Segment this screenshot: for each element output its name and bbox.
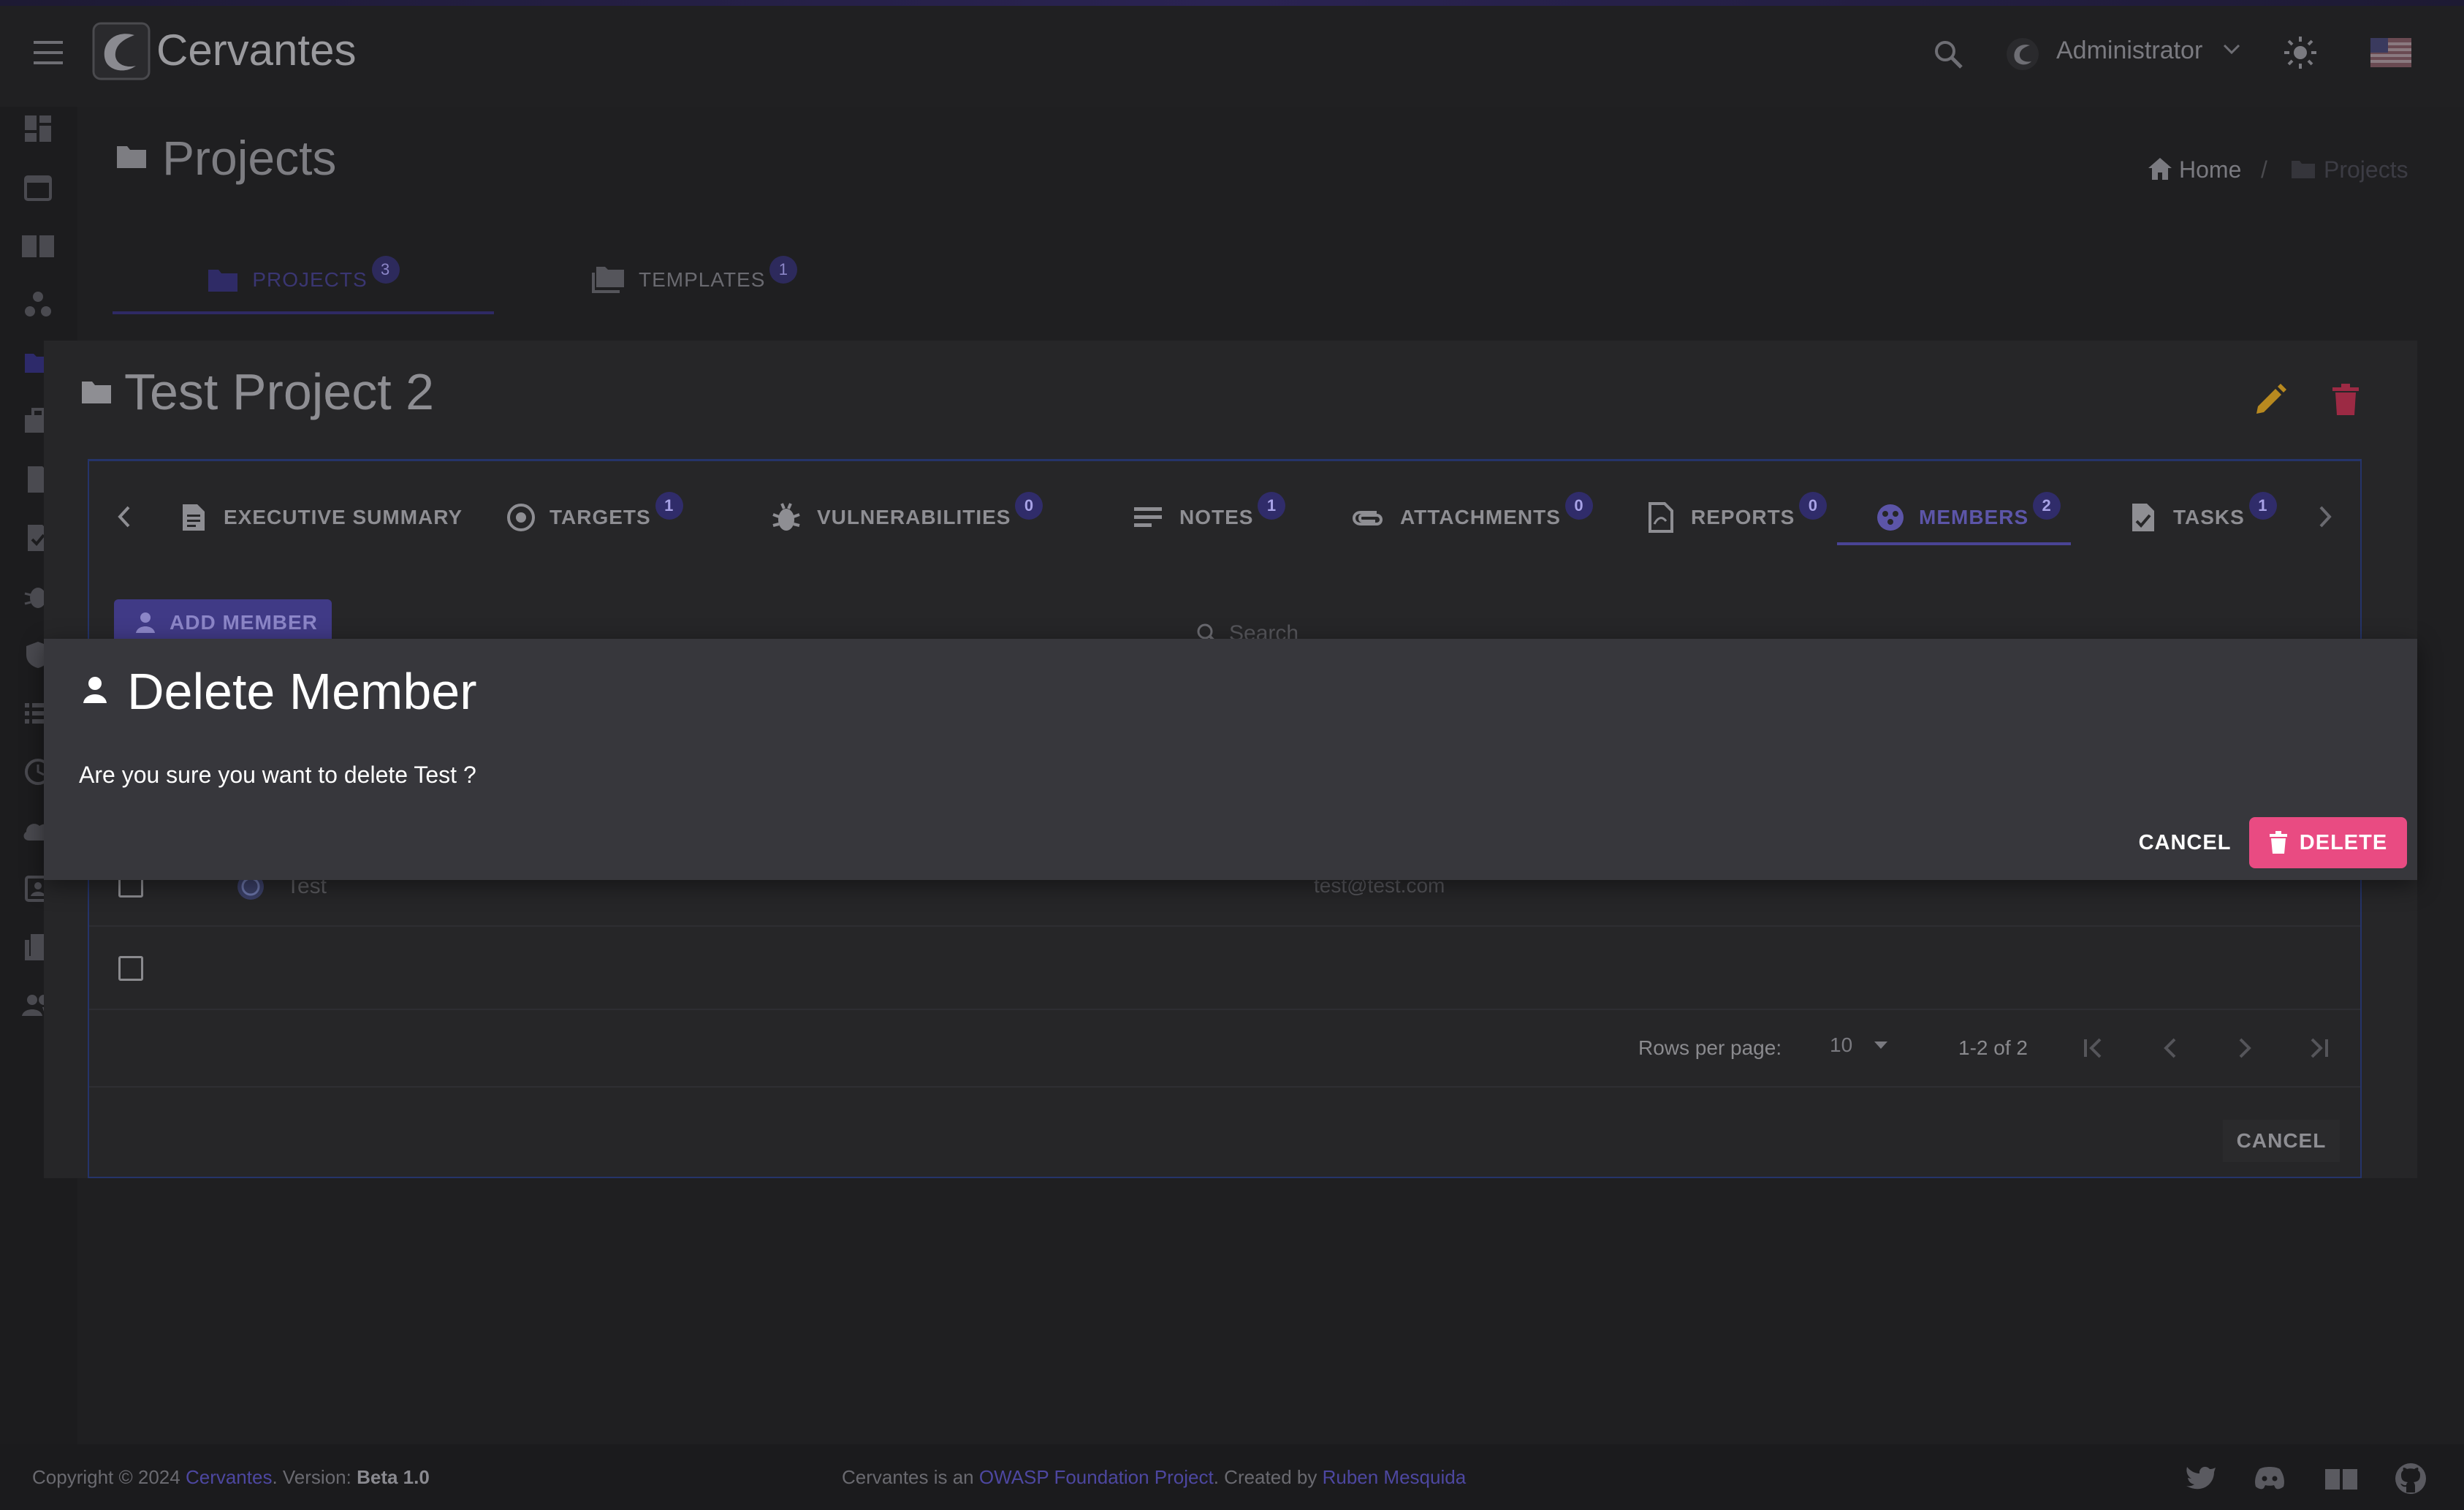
- twitter-icon[interactable]: [2185, 1465, 2217, 1491]
- footer-copyright: Copyright © 2024 Cervantes. Version: Bet…: [32, 1466, 430, 1489]
- footer-credits: Cervantes is an OWASP Foundation Project…: [842, 1466, 1466, 1489]
- github-icon[interactable]: [2394, 1462, 2427, 1495]
- discord-icon[interactable]: [2254, 1465, 2286, 1491]
- app-root: Cervantes Administrator Projects Home / …: [0, 0, 2464, 1510]
- credits-prefix: Cervantes is an: [842, 1466, 974, 1488]
- owasp-link[interactable]: OWASP Foundation Project: [979, 1466, 1214, 1488]
- dialog-message: Are you sure you want to delete Test ?: [79, 762, 476, 788]
- dialog-title: Delete Member: [127, 663, 477, 720]
- trash-icon: [2269, 831, 2287, 854]
- cervantes-link[interactable]: Cervantes: [186, 1466, 273, 1488]
- created-by-label: . Created by: [1213, 1466, 1317, 1488]
- copyright-prefix: Copyright © 2024: [32, 1466, 180, 1488]
- person-icon: [82, 675, 108, 705]
- dialog-delete-label: DELETE: [2299, 830, 2388, 854]
- version-value: Beta 1.0: [357, 1466, 430, 1488]
- docs-book-icon[interactable]: [2324, 1466, 2359, 1491]
- author-link[interactable]: Ruben Mesquida: [1323, 1466, 1467, 1488]
- version-label: . Version:: [272, 1466, 351, 1488]
- dialog-delete-button[interactable]: DELETE: [2249, 817, 2407, 868]
- dialog-cancel-button[interactable]: CANCEL: [2134, 817, 2236, 868]
